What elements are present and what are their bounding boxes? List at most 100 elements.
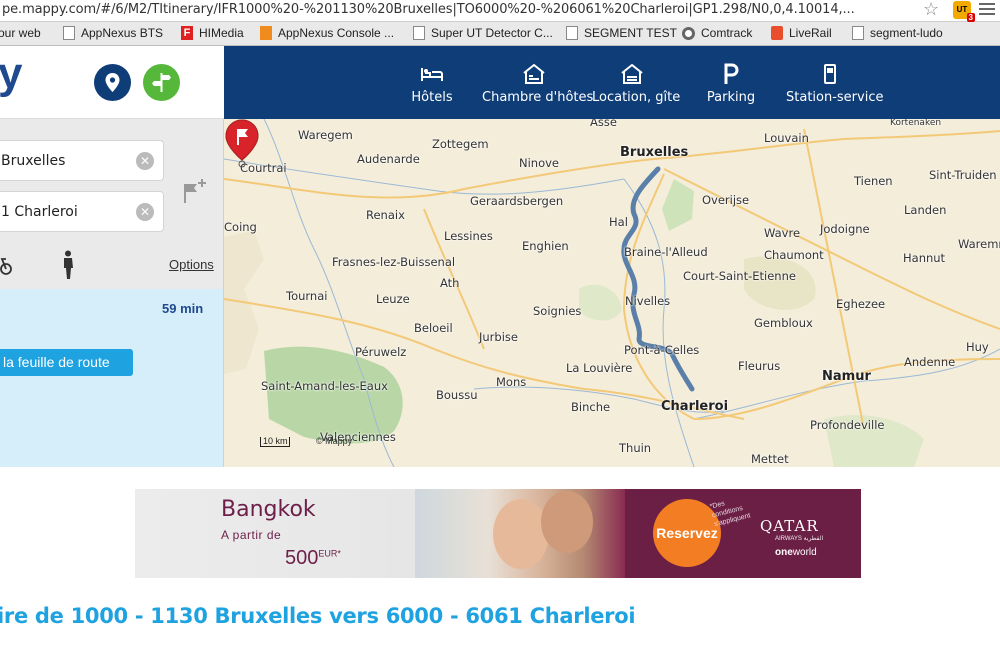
map-label: Waregem (298, 128, 353, 142)
bookmark-label: LiveRail (789, 26, 832, 40)
bookmark-appnexus-console[interactable]: AppNexus Console ... (260, 26, 394, 40)
rental-icon (621, 63, 643, 84)
nav-rental[interactable]: Location, gîte (592, 46, 681, 119)
map-label: Ninove (519, 156, 560, 170)
end-marker-icon[interactable] (224, 119, 260, 169)
bookmark-label: AppNexus Console ... (278, 26, 395, 40)
ad-destination: Bangkok (221, 497, 316, 522)
ad-conditions: *Des conditions s'appliquent (709, 500, 752, 529)
ad-brand-panel: Reservez *Des conditions s'appliquent QA… (625, 489, 861, 578)
map-label: Frasnes-lez-Buissenal (332, 255, 456, 269)
clear-from-icon[interactable]: ✕ (136, 152, 154, 170)
map-label: Braine-l'Alleud (624, 245, 708, 259)
map-label: Péruwelz (355, 345, 407, 359)
map-label: Chaumont (764, 248, 824, 262)
map-label: Zottegem (432, 137, 489, 151)
oneworld-a: one (775, 547, 793, 558)
nav-label: Parking (706, 90, 756, 105)
clear-to-icon[interactable]: ✕ (136, 203, 154, 221)
bookmark-star-icon[interactable]: ☆ (923, 0, 939, 20)
bike-mode-icon[interactable] (0, 254, 20, 276)
bookmark-comtrack[interactable]: Comtrack (682, 26, 752, 40)
from-value: Bruxelles (1, 153, 66, 169)
extension-label: UT (956, 5, 968, 14)
nav-fuel[interactable]: Station-service (786, 46, 884, 119)
nav-label: Location, gîte (592, 90, 681, 105)
map-label: Fleurus (738, 359, 781, 373)
bookmark-liverail[interactable]: LiveRail (771, 26, 832, 40)
ad-banner[interactable]: Bangkok A partir de 500EUR* Reservez *De… (135, 489, 861, 578)
map-label: Namur (822, 369, 871, 384)
nav-label: Station-service (786, 90, 884, 105)
page-title: ire de 1000 - 1130 Bruxelles vers 6000 -… (0, 604, 636, 628)
map-label: Tournai (286, 289, 328, 303)
options-link[interactable]: Options (169, 257, 214, 272)
page-icon (413, 26, 425, 40)
address-bar[interactable]: pe.mappy.com/#/6/M2/TItinerary/IFR1000%2… (0, 0, 1000, 22)
nav-parking[interactable]: Parking (704, 46, 758, 119)
bookmark-segment-test[interactable]: SEGMENT TEST (566, 26, 677, 40)
roadbook-button[interactable]: la feuille de route (0, 349, 133, 376)
walk-mode-icon[interactable] (60, 250, 76, 280)
map-label: Louvain (764, 131, 809, 145)
map-label: Beloeil (414, 321, 453, 335)
map-label: Landen (904, 203, 947, 217)
map-canvas[interactable]: Waregem Zottegem Asse Bruxelles Louvain … (224, 119, 1000, 467)
himedia-icon: F (181, 26, 193, 40)
map-label: Mettet (751, 452, 789, 466)
map-label: Asse (590, 119, 617, 129)
ad-currency-mark: * (337, 548, 341, 559)
to-field[interactable]: 1 Charleroi ✕ (0, 191, 164, 232)
map-label: Audenarde (357, 152, 420, 166)
bookmark-super-ut[interactable]: Super UT Detector C... (413, 26, 553, 40)
map-label: Waremme (958, 237, 1000, 251)
signpost-icon (152, 73, 171, 92)
nav-label: Chambre d'hôtes (482, 90, 594, 105)
mappy-logo[interactable]: y (0, 52, 22, 96)
browser-menu-icon[interactable] (979, 3, 995, 18)
bookmark-label: Comtrack (701, 26, 753, 40)
bookmark-label: AppNexus BTS (81, 26, 164, 40)
qatar-airways-logo: QATAR (760, 517, 819, 535)
map-label: Pont-à-Celles (624, 343, 700, 357)
map-label: Lessines (444, 229, 493, 243)
map-label: Enghien (522, 239, 569, 253)
poi-search-button[interactable] (94, 64, 131, 101)
map-label: La Louvière (566, 361, 633, 375)
page-icon (63, 26, 75, 40)
nav-hotels[interactable]: Hôtels (400, 46, 464, 119)
page-icon (566, 26, 578, 40)
map-label: Coing (224, 220, 257, 234)
bookmark-our-web[interactable]: our web (0, 26, 41, 40)
url-text[interactable]: pe.mappy.com/#/6/M2/TItinerary/IFR1000%2… (2, 2, 855, 17)
fuel-icon (824, 64, 836, 84)
map-label: Ath (440, 276, 460, 290)
itinerary-button[interactable] (143, 64, 180, 101)
extension-count: 3 (966, 13, 975, 22)
top-navigation: Hôtels Chambre d'hôtes Location, gîte Pa… (224, 46, 1000, 119)
map-label: Thuin (619, 441, 652, 455)
bookmark-himedia[interactable]: F HIMedia (181, 26, 244, 40)
bookmark-segment-ludo[interactable]: segment-ludo (852, 26, 943, 40)
bookmark-appnexus-bts[interactable]: AppNexus BTS (63, 26, 163, 40)
map-label: Charleroi (661, 399, 729, 414)
ad-currency: EUR (318, 548, 338, 559)
from-field[interactable]: Bruxelles ✕ (0, 140, 164, 181)
map-label: Court-Saint-Etienne (683, 269, 796, 283)
map-label: Renaix (366, 208, 405, 222)
roadbook-label: la feuille de route (3, 354, 110, 370)
extension-ut-icon[interactable]: UT 3 (953, 1, 975, 22)
oneworld-b: world (792, 547, 817, 558)
bookmark-label: HIMedia (199, 26, 244, 40)
ad-price-value: 500 (285, 547, 319, 569)
map-background (224, 119, 1000, 467)
qatar-airways-sub: AIRWAYS القطرية (775, 536, 824, 542)
map-label: Bruxelles (620, 145, 689, 160)
map-label: Gembloux (754, 316, 813, 330)
bookmark-label: segment-ludo (870, 26, 943, 40)
map-label: Saint-Amand-les-Eaux (261, 379, 388, 393)
nav-guesthouse[interactable]: Chambre d'hôtes (482, 46, 594, 119)
add-stop-icon[interactable] (181, 178, 207, 204)
map-copyright: © Mappy (316, 436, 353, 446)
map-label: Mons (496, 375, 527, 389)
